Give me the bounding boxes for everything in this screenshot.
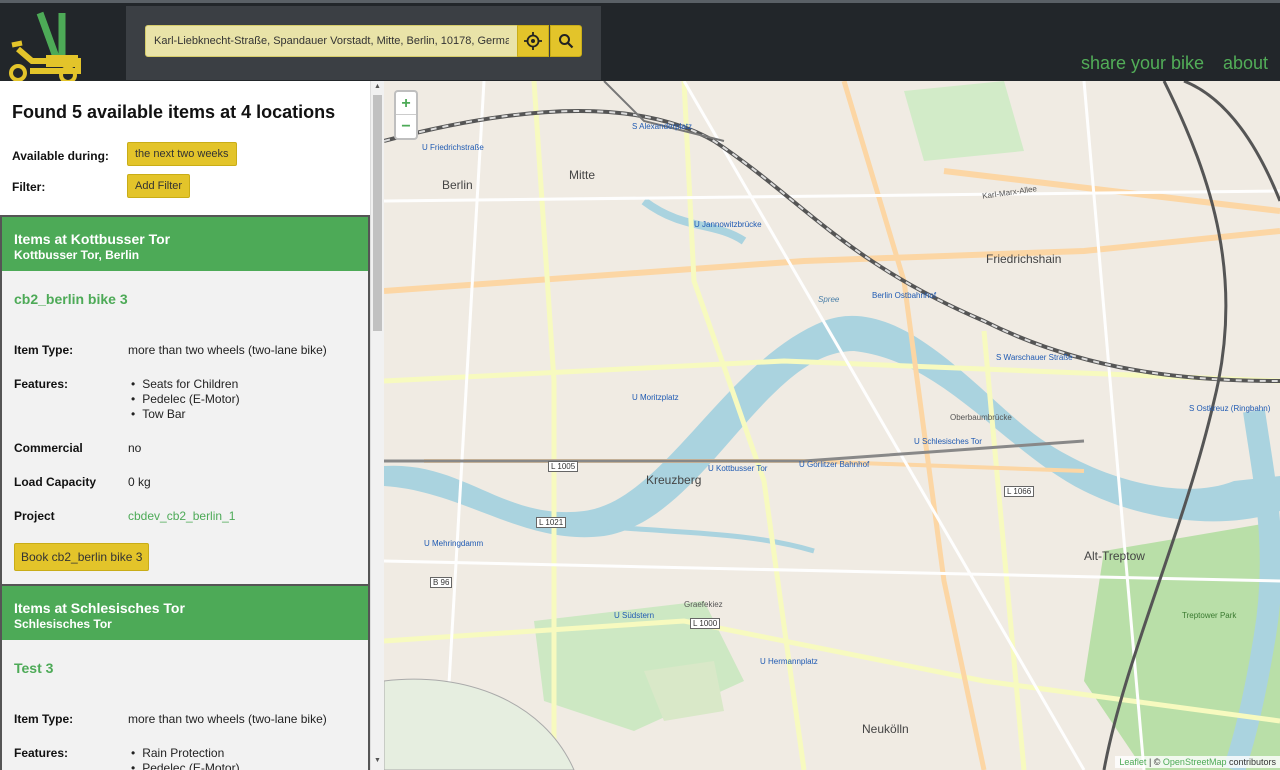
map-zoom-control: + − xyxy=(394,90,418,140)
map-label-mehringdamm: U Mehringdamm xyxy=(424,539,484,548)
scroll-down-arrow-icon[interactable]: ▼ xyxy=(374,757,381,764)
map-label-jannowitzbrucke: U Jannowitzbrücke xyxy=(694,220,762,229)
map-attribution: Leaflet | © OpenStreetMap contributors xyxy=(1115,756,1280,768)
map-label-schlesisches-tor: U Schlesisches Tor xyxy=(914,437,982,446)
map-label-oberbaumbrucke: Oberbaumbrücke xyxy=(950,413,1012,422)
map-label-treptower-park: Treptower Park xyxy=(1182,611,1237,620)
map-label-ostkreuz: S Ostkreuz (Ringbahn) xyxy=(1189,404,1271,413)
commercial-value: no xyxy=(128,441,142,455)
book-item-button[interactable]: Book cb2_berlin bike 3 xyxy=(14,543,150,571)
feature-item: Pedelec (E-Motor) xyxy=(128,392,239,407)
project-label: Project xyxy=(14,509,55,523)
road-badge-l1005: L 1005 xyxy=(548,461,579,472)
map-label-mitte: Mitte xyxy=(569,168,596,182)
map-label-alt-treptow: Alt-Treptow xyxy=(1084,549,1145,563)
availability-button[interactable]: the next two weeks xyxy=(127,142,237,166)
add-filter-button[interactable]: Add Filter xyxy=(127,174,191,198)
project-link[interactable]: cbdev_cb2_berlin_1 xyxy=(128,509,235,523)
nav-share-your-bike[interactable]: share your bike xyxy=(1081,53,1204,74)
feature-item: Tow Bar xyxy=(128,407,240,422)
available-label: Available during: xyxy=(12,149,109,163)
zoom-in-button[interactable]: + xyxy=(396,92,416,115)
load-capacity-value: 0 kg xyxy=(128,475,151,489)
features-list: Rain Protection Pedelec (E-Motor) xyxy=(128,746,240,770)
map-label-friedrichshain: Friedrichshain xyxy=(986,252,1062,266)
item-name[interactable]: Test 3 xyxy=(14,660,53,676)
map-label-gorlitzer-bahnhof: U Görlitzer Bahnhof xyxy=(799,460,870,469)
feature-item: Rain Protection xyxy=(128,746,240,761)
location-title: Items at Schlesisches Tor xyxy=(14,600,185,616)
leaflet-link[interactable]: Leaflet xyxy=(1119,757,1146,767)
nav-about[interactable]: about xyxy=(1223,53,1268,74)
item-type-label: Item Type: xyxy=(14,712,74,726)
attribution-separator: | © xyxy=(1146,757,1163,767)
results-sidebar[interactable]: Found 5 available items at 4 locations A… xyxy=(0,81,384,770)
location-title: Items at Kottbusser Tor xyxy=(14,231,171,247)
crosshair-icon xyxy=(524,32,542,50)
locate-button[interactable] xyxy=(517,25,549,57)
address-search-input[interactable] xyxy=(145,25,518,57)
location-card-schlesisches-tor: Items at Schlesisches Tor Schlesisches T… xyxy=(0,584,370,770)
scroll-up-arrow-icon[interactable]: ▲ xyxy=(374,83,381,90)
results-summary: Found 5 available items at 4 locations xyxy=(12,102,336,122)
road-badge-l1021: L 1021 xyxy=(536,517,567,528)
filter-label: Filter: xyxy=(12,180,46,194)
attribution-suffix: contributors xyxy=(1226,757,1276,767)
road-badge-l1066: L 1066 xyxy=(1004,486,1035,497)
map-label-sudstern: U Südstern xyxy=(614,611,655,620)
commercial-label: Commercial xyxy=(14,441,83,455)
location-card-header: Items at Kottbusser Tor Kottbusser Tor, … xyxy=(2,217,368,271)
top-bar: share your bike about xyxy=(0,0,1280,83)
map-label-alexanderplatz: S Alexanderplatz xyxy=(632,122,693,131)
sidebar-scrollbar[interactable]: ▲ ▼ xyxy=(370,81,384,770)
item-type-value: more than two wheels (two-lane bike) xyxy=(128,343,327,357)
item-type-label: Item Type: xyxy=(14,343,74,357)
map-tiles[interactable] xyxy=(384,81,1280,770)
search-icon xyxy=(559,34,574,49)
item-name[interactable]: cb2_berlin bike 3 xyxy=(14,291,128,307)
map-label-neukolln: Neukölln xyxy=(862,722,909,736)
map-canvas[interactable]: Berlin Mitte Friedrichshain Kreuzberg Ne… xyxy=(384,81,1280,770)
location-card-header: Items at Schlesisches Tor Schlesisches T… xyxy=(2,586,368,640)
map-label-ostbahnhof: Berlin Ostbahnhof xyxy=(872,291,937,300)
zoom-out-button[interactable]: − xyxy=(396,115,416,138)
scrollbar-thumb[interactable] xyxy=(373,95,382,331)
map-label-kottbusser-tor: U Kottbusser Tor xyxy=(708,464,768,473)
road-badge-b96: B 96 xyxy=(430,577,453,588)
features-label: Features: xyxy=(14,746,69,760)
openstreetmap-link[interactable]: OpenStreetMap xyxy=(1163,757,1227,767)
location-card-kottbusser-tor: Items at Kottbusser Tor Kottbusser Tor, … xyxy=(0,215,370,586)
feature-item: Pedelec (E-Motor) xyxy=(128,761,239,770)
map-label-warschauer-strasse: S Warschauer Straße xyxy=(996,353,1073,362)
road-badge-l1000: L 1000 xyxy=(690,618,721,629)
map-label-kreuzberg: Kreuzberg xyxy=(646,473,702,487)
item-type-value: more than two wheels (two-lane bike) xyxy=(128,712,327,726)
features-list: Seats for Children Pedelec (E-Motor) Tow… xyxy=(128,377,240,422)
cargo-bike-logo[interactable] xyxy=(4,9,84,83)
map-label-friedrichstrasse: U Friedrichstraße xyxy=(422,143,484,152)
load-capacity-label: Load Capacity xyxy=(14,475,97,489)
search-button[interactable] xyxy=(550,25,582,57)
map-label-graefekiez: Graefekiez xyxy=(684,600,723,609)
map-label-spree: Spree xyxy=(818,295,840,304)
map-label-berlin: Berlin xyxy=(442,178,473,192)
feature-item: Seats for Children xyxy=(128,377,240,392)
features-label: Features: xyxy=(14,377,69,391)
location-subtitle: Kottbusser Tor, Berlin xyxy=(14,248,140,262)
map-label-moritzplatz: U Moritzplatz xyxy=(632,393,679,402)
location-subtitle: Schlesisches Tor xyxy=(14,617,112,631)
map-label-hermannplatz: U Hermannplatz xyxy=(760,657,818,666)
